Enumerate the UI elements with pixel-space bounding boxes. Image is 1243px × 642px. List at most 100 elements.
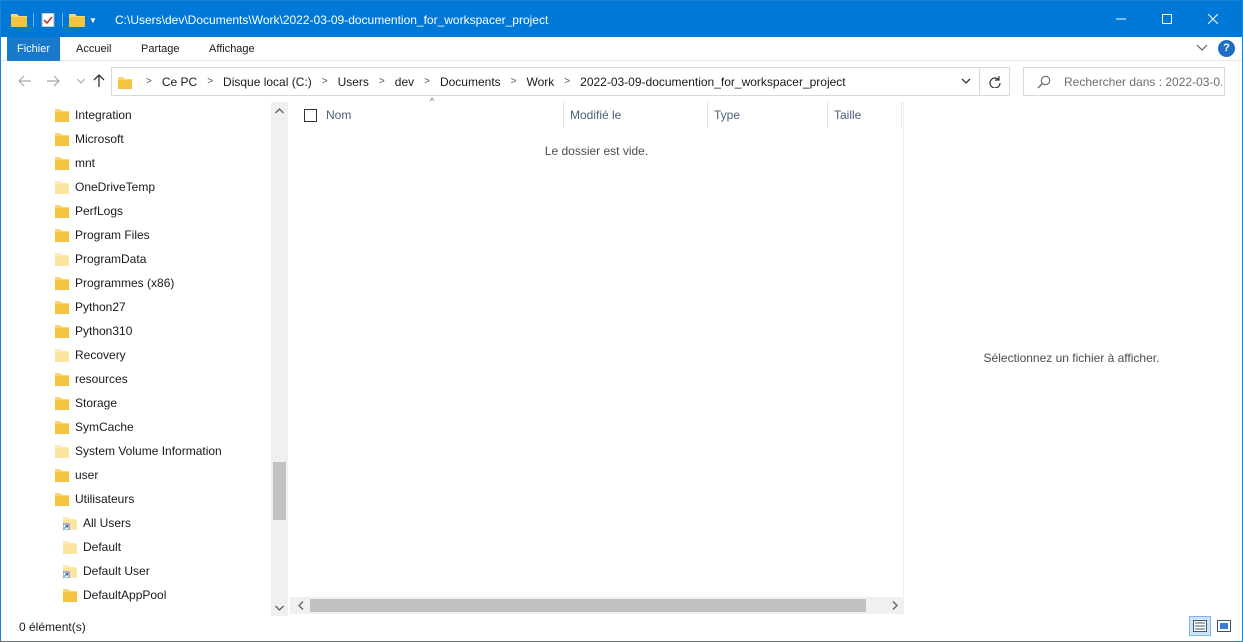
nav-item-all-users[interactable]: All Users (63, 511, 131, 535)
nav-item-default[interactable]: Default (63, 535, 121, 559)
nav-item-label: Programmes (x86) (75, 276, 175, 290)
maximize-icon (1162, 14, 1172, 24)
breadcrumb-separator-icon[interactable]: > (379, 76, 385, 87)
file-list-horizontal-scrollbar[interactable] (290, 597, 903, 614)
close-button[interactable] (1190, 1, 1236, 37)
expand-ribbon-chevron-icon[interactable] (1196, 43, 1208, 53)
folder-icon (55, 396, 75, 410)
scroll-down-button[interactable] (271, 599, 288, 616)
nav-item-resources[interactable]: resources (55, 367, 128, 391)
shortcut-folder-icon (63, 516, 83, 530)
nav-item-defaultapppool[interactable]: DefaultAppPool (63, 583, 166, 607)
recent-locations-button[interactable] (71, 72, 91, 90)
column-header-modifie-le[interactable]: Modifié le (564, 102, 708, 128)
breadcrumb-documents[interactable]: Documents (440, 75, 501, 89)
nav-item-microsoft[interactable]: Microsoft (55, 127, 124, 151)
scrollbar-thumb[interactable] (273, 462, 286, 520)
nav-item-programdata[interactable]: ProgramData (55, 247, 146, 271)
arrow-right-icon (47, 75, 60, 87)
nav-item-default-user[interactable]: Default User (63, 559, 150, 583)
nav-item-onedrivetemp[interactable]: OneDriveTemp (55, 175, 155, 199)
up-button[interactable] (89, 72, 109, 90)
details-view-button[interactable] (1189, 616, 1211, 636)
navigation-scrollbar[interactable] (271, 102, 288, 616)
folder-icon (55, 468, 75, 482)
nav-item-label: PerfLogs (75, 204, 124, 218)
nav-item-label: ProgramData (75, 252, 147, 266)
minimize-icon (1116, 18, 1126, 20)
refresh-button[interactable] (980, 67, 1010, 96)
search-input[interactable]: Rechercher dans : 2022-03-0... (1023, 67, 1225, 96)
scroll-right-button[interactable] (886, 597, 903, 614)
breadcrumb-separator-icon[interactable]: > (511, 76, 517, 87)
nav-item-recovery[interactable]: Recovery (55, 343, 126, 367)
details-view-icon (1193, 620, 1207, 632)
breadcrumb-current-folder[interactable]: 2022-03-09-documention_for_workspacer_pr… (580, 75, 846, 89)
customize-toolbar-chevron-icon[interactable]: ▼ (89, 16, 97, 25)
scrollbar-thumb[interactable] (310, 599, 866, 612)
column-header-nom[interactable]: Nom (320, 102, 564, 128)
quick-access-toolbar: ▼ (11, 10, 97, 30)
breadcrumb-ce-pc[interactable]: Ce PC (162, 75, 197, 89)
address-bar[interactable]: > Ce PC > Disque local (C:) > Users > de… (111, 67, 980, 96)
nav-item-mnt[interactable]: mnt (55, 151, 95, 175)
preview-pane: Sélectionnez un fichier à afficher. (903, 102, 1240, 616)
nav-item-label: Utilisateurs (75, 492, 135, 506)
nav-item-label: Recovery (75, 348, 126, 362)
breadcrumb-users[interactable]: Users (338, 75, 369, 89)
nav-item-label: System Volume Information (75, 444, 222, 458)
folder-icon (55, 108, 75, 122)
nav-item-user[interactable]: user (55, 463, 98, 487)
tab-accueil[interactable]: Accueil (66, 37, 121, 61)
tab-partage[interactable]: Partage (131, 37, 190, 61)
back-button[interactable] (15, 72, 35, 90)
scroll-left-button[interactable] (292, 597, 309, 614)
nav-item-label: Default (83, 540, 122, 554)
tab-fichier[interactable]: Fichier (7, 37, 61, 61)
nav-item-program-files[interactable]: Program Files (55, 223, 150, 247)
nav-item-symcache[interactable]: SymCache (55, 415, 134, 439)
breadcrumb-separator-icon[interactable]: > (146, 76, 152, 87)
large-icons-view-button[interactable] (1213, 616, 1235, 636)
nav-item-label: Integration (75, 108, 132, 122)
scroll-up-button[interactable] (271, 102, 288, 119)
breadcrumb: > Ce PC > Disque local (C:) > Users > de… (138, 68, 846, 95)
breadcrumb-work[interactable]: Work (527, 75, 555, 89)
chevron-down-icon[interactable] (960, 75, 972, 87)
item-count: 0 élément(s) (19, 620, 86, 634)
nav-item-python310[interactable]: Python310 (55, 319, 132, 343)
nav-item-python27[interactable]: Python27 (55, 295, 126, 319)
maximize-button[interactable] (1144, 1, 1190, 37)
minimize-button[interactable] (1098, 1, 1144, 37)
file-list[interactable]: ^ Nom Modifié le Type Taille Le dossier … (290, 96, 903, 616)
nav-item-integration[interactable]: Integration (55, 103, 132, 127)
breadcrumb-separator-icon[interactable]: > (564, 76, 570, 87)
folder-icon[interactable] (11, 13, 27, 27)
forward-button[interactable] (43, 72, 63, 90)
folder-icon (55, 204, 75, 218)
nav-item-system-volume-information[interactable]: System Volume Information (55, 439, 222, 463)
nav-item-perflogs[interactable]: PerfLogs (55, 199, 123, 223)
new-folder-icon[interactable] (69, 13, 85, 27)
help-button[interactable]: ? (1218, 40, 1235, 57)
nav-item-storage[interactable]: Storage (55, 391, 117, 415)
preview-message: Sélectionnez un fichier à afficher. (983, 351, 1160, 365)
breadcrumb-disque-local[interactable]: Disque local (C:) (223, 75, 312, 89)
breadcrumb-dev[interactable]: dev (395, 75, 414, 89)
toolbar-separator (33, 13, 34, 27)
breadcrumb-separator-icon[interactable]: > (322, 76, 328, 87)
select-all-checkbox[interactable] (304, 109, 317, 122)
column-header-type[interactable]: Type (708, 102, 828, 128)
column-header-taille[interactable]: Taille (828, 102, 902, 128)
folder-icon (55, 276, 75, 290)
properties-icon[interactable] (40, 13, 56, 27)
arrow-left-icon (18, 75, 31, 87)
refresh-icon (988, 75, 1001, 88)
nav-item-label: OneDriveTemp (75, 180, 156, 194)
breadcrumb-separator-icon[interactable]: > (424, 76, 430, 87)
breadcrumb-separator-icon[interactable]: > (207, 76, 213, 87)
nav-item-programmes-x86[interactable]: Programmes (x86) (55, 271, 174, 295)
tab-affichage[interactable]: Affichage (199, 37, 265, 61)
nav-item-label: Python27 (75, 300, 126, 314)
nav-item-utilisateurs[interactable]: Utilisateurs (55, 487, 134, 511)
